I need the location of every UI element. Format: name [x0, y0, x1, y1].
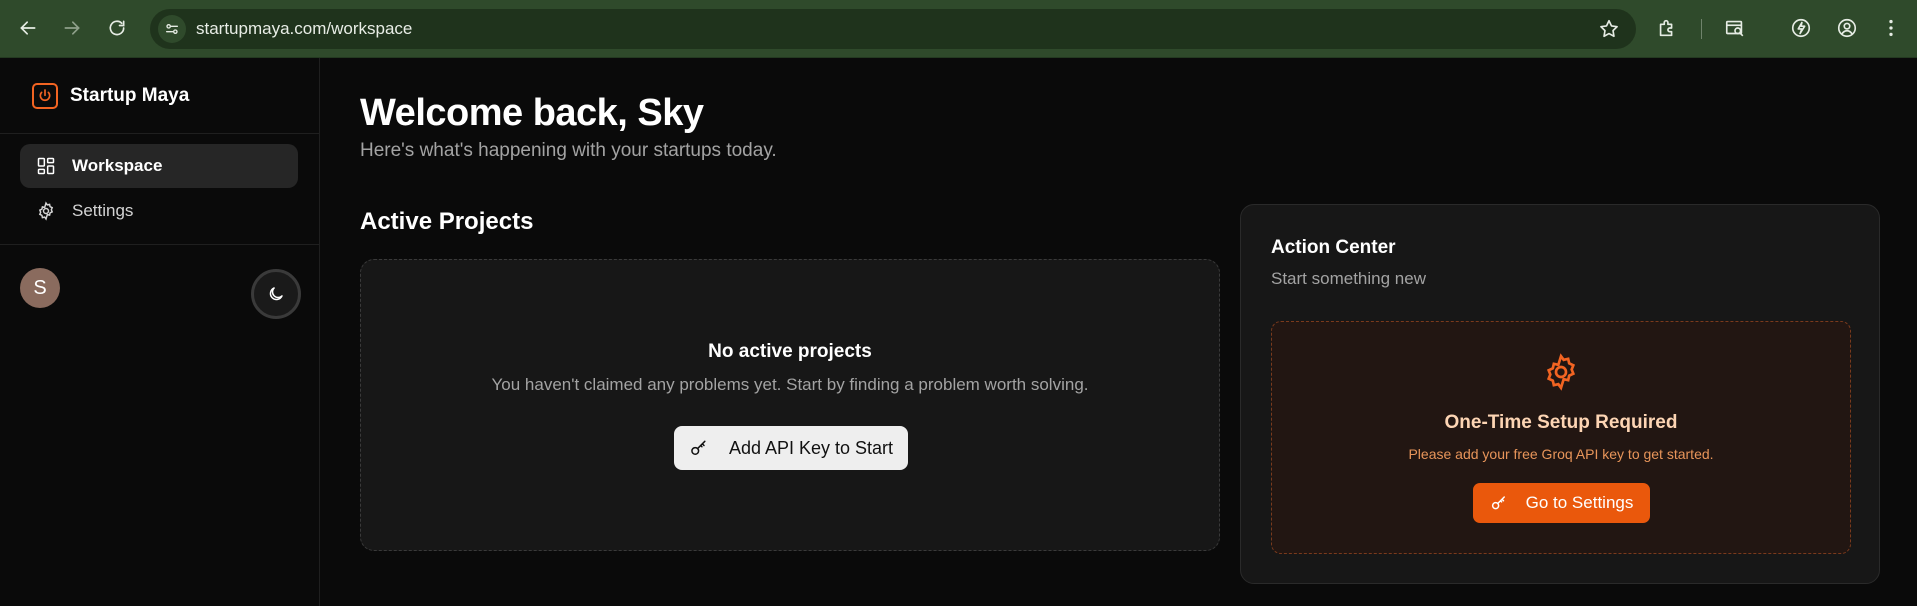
- back-icon[interactable]: [14, 14, 42, 42]
- tab-search-icon[interactable]: [1722, 15, 1748, 41]
- profile-icon[interactable]: [1834, 15, 1860, 41]
- setup-description: Please add your free Groq API key to get…: [1408, 446, 1714, 462]
- go-to-settings-label: Go to Settings: [1525, 493, 1634, 512]
- key-icon: [691, 440, 706, 455]
- brand-name: Startup Maya: [70, 85, 190, 106]
- reload-icon[interactable]: [103, 14, 131, 42]
- toolbar-separator: [1701, 19, 1702, 39]
- theme-toggle-button[interactable]: [251, 269, 301, 319]
- add-api-key-label: Add API Key to Start: [728, 437, 894, 458]
- add-api-key-button[interactable]: Add API Key to Start: [674, 426, 908, 470]
- sidebar-item-settings[interactable]: Settings: [20, 189, 298, 233]
- forward-icon[interactable]: [58, 14, 86, 42]
- gear-icon: [1546, 353, 1576, 391]
- sidebar-item-label: Settings: [72, 201, 134, 220]
- extensions-icon[interactable]: [1654, 15, 1680, 41]
- active-projects-card: No active projects You haven't claimed a…: [360, 259, 1220, 551]
- setup-title: One-Time Setup Required: [1444, 412, 1678, 433]
- action-center-title: Action Center: [1271, 237, 1396, 258]
- empty-state-title: No active projects: [708, 341, 872, 362]
- performance-icon[interactable]: [1788, 15, 1814, 41]
- moon-icon: [269, 287, 283, 301]
- bookmark-star-icon[interactable]: [1598, 18, 1620, 40]
- sidebar-item-label: Workspace: [72, 156, 163, 175]
- gear-icon: [38, 201, 54, 221]
- more-menu-icon[interactable]: [1878, 15, 1904, 41]
- sidebar: Startup Maya Workspace Settings S: [0, 58, 320, 606]
- site-settings-icon[interactable]: [158, 15, 186, 43]
- go-to-settings-button[interactable]: Go to Settings: [1473, 483, 1650, 523]
- empty-state-description: You haven't claimed any problems yet. St…: [491, 375, 1089, 394]
- power-logo-icon: [32, 83, 58, 109]
- action-center-subtitle: Start something new: [1271, 269, 1426, 288]
- setup-required-box: One-Time Setup Required Please add your …: [1271, 321, 1851, 554]
- brand[interactable]: Startup Maya: [32, 82, 189, 110]
- address-bar[interactable]: startupmaya.com/workspace: [150, 9, 1636, 49]
- active-projects-heading: Active Projects: [360, 208, 534, 235]
- sidebar-item-workspace[interactable]: Workspace: [20, 144, 298, 188]
- avatar[interactable]: S: [20, 268, 60, 308]
- browser-toolbar: startupmaya.com/workspace: [0, 0, 1917, 58]
- url-text[interactable]: startupmaya.com/workspace: [196, 19, 412, 39]
- page-subtitle: Here's what's happening with your startu…: [360, 140, 777, 161]
- grid-icon: [37, 157, 55, 175]
- sidebar-divider: [0, 133, 320, 134]
- key-icon: [1491, 496, 1505, 510]
- page-title: Welcome back, Sky: [360, 92, 704, 134]
- action-center-card: Action Center Start something new One-Ti…: [1240, 204, 1880, 584]
- sidebar-divider: [0, 244, 320, 245]
